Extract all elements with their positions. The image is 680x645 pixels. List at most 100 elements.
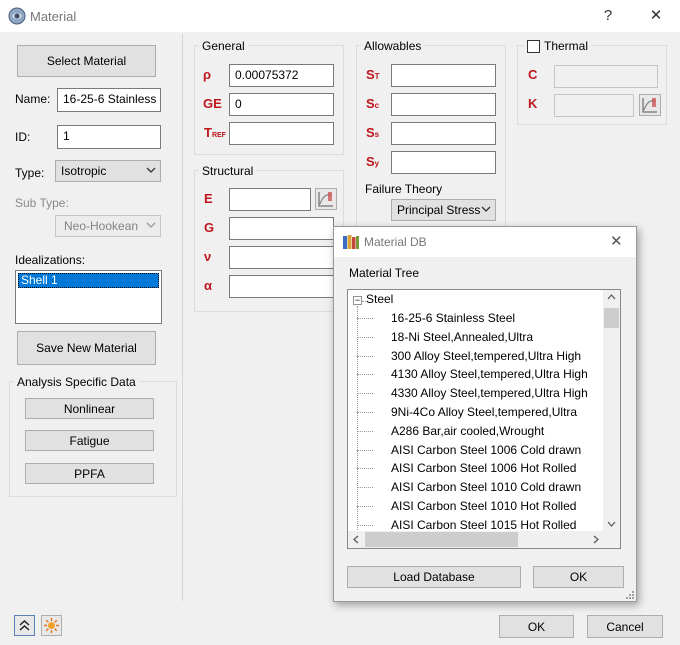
sc-symbol: Sc [366,96,380,111]
dialog-title-bar: Material DB ✕ [334,227,636,257]
scroll-up-icon[interactable] [607,294,616,300]
cancel-button[interactable]: Cancel [587,615,663,638]
chevron-down-icon [481,206,491,212]
failure-theory-select[interactable]: Principal Stress [391,199,496,221]
tree-item[interactable]: 4130 Alloy Steel,tempered,Ultra High [391,365,588,384]
settings-button[interactable] [41,615,62,636]
tree-item[interactable]: A286 Bar,air cooled,Wrought [391,422,544,441]
curve-chart-icon [318,192,333,207]
e-symbol: E [204,191,213,206]
material-tree[interactable]: − Steel 16-25-6 Stainless Steel 18-Ni Ste… [347,289,621,549]
nonlinear-button[interactable]: Nonlinear [25,398,154,419]
tree-item[interactable]: AISI Carbon Steel 1006 Cold drawn [391,441,581,460]
save-new-material-button[interactable]: Save New Material [17,331,156,365]
collapse-button[interactable] [14,615,35,636]
e-field[interactable] [229,188,311,211]
subtype-label: Sub Type: [15,196,69,210]
nu-field[interactable] [229,246,334,269]
tree-line [357,306,358,532]
general-title: General [199,39,248,53]
name-field[interactable]: 16-25-6 Stainless S [57,88,161,112]
ok-button[interactable]: OK [499,615,574,638]
ss-field[interactable] [391,122,496,145]
tree-item[interactable]: AISI Carbon Steel 1010 Cold drawn [391,478,581,497]
tree-line [357,374,373,376]
tree-line [357,430,373,432]
tree-root[interactable]: Steel [366,290,393,309]
st-field[interactable] [391,64,496,87]
thermal-checkbox[interactable]: Thermal [524,39,592,53]
scroll-thumb[interactable] [604,308,619,328]
vertical-scrollbar[interactable] [603,290,620,532]
window-title: Material [30,9,77,24]
close-button[interactable]: ✕ [644,6,668,26]
chart-edit-button[interactable] [315,188,337,210]
scroll-right-icon[interactable] [593,535,599,544]
st-symbol: ST [366,67,380,82]
subtype-select: Neo-Hookean [55,215,161,237]
ge-field[interactable]: 0 [229,93,334,116]
tree-item[interactable]: 18-Ni Steel,Annealed,Ultra [391,328,533,347]
tree-line [357,449,373,451]
tree-item[interactable]: 16-25-6 Stainless Steel [391,309,515,328]
scroll-corner [603,531,620,548]
dialog-close-button[interactable]: ✕ [610,232,623,250]
k-chart-button[interactable] [639,94,661,116]
tree-line [357,336,373,338]
c-symbol: C [528,67,538,82]
ppfa-button[interactable]: PPFA [25,463,154,484]
tree-item[interactable]: 9Ni-4Co Alloy Steel,tempered,Ultra [391,403,577,422]
tree-item[interactable]: AISI Carbon Steel 1010 Hot Rolled [391,497,576,516]
dialog-ok-button[interactable]: OK [533,566,624,588]
g-field[interactable] [229,217,334,240]
rho-field[interactable]: 0.00075372 [229,64,334,87]
checkbox-box[interactable] [527,39,540,53]
analysis-group-title: Analysis Specific Data [14,375,139,389]
id-field[interactable]: 1 [57,125,161,149]
idealizations-list[interactable]: Shell 1 [15,270,162,324]
fatigue-button[interactable]: Fatigue [25,430,154,451]
scroll-left-icon[interactable] [353,535,359,544]
type-select[interactable]: Isotropic [55,160,161,182]
nu-symbol: ν [204,249,212,264]
sun-icon [44,618,59,633]
scroll-down-icon[interactable] [607,521,616,527]
scroll-thumb[interactable] [365,532,518,547]
tree-item[interactable]: 4330 Alloy Steel,tempered,Ultra High [391,384,588,403]
app-icon [8,7,26,25]
sc-field[interactable] [391,93,496,116]
chevron-down-icon [146,222,156,228]
tree-line [357,487,373,489]
dialog-title: Material DB [364,235,427,249]
c-field [554,65,658,88]
tree-line [357,506,373,507]
chevron-down-icon [146,167,156,173]
tref-field[interactable] [229,122,334,145]
horizontal-scrollbar[interactable] [348,531,604,548]
type-label: Type: [15,166,45,180]
load-database-button[interactable]: Load Database [347,566,521,588]
alpha-field[interactable] [229,275,334,298]
tree-item[interactable]: 300 Alloy Steel,tempered,Ultra High [391,347,581,366]
g-symbol: G [204,220,215,235]
structural-title: Structural [199,164,257,178]
material-tree-label: Material Tree [349,266,420,280]
subtype-value: Neo-Hookean [64,219,139,233]
select-material-button[interactable]: Select Material [17,45,156,77]
thermal-label: Thermal [544,39,589,53]
sy-field[interactable] [391,151,496,174]
material-db-dialog: Material DB ✕ Material Tree − Steel 16-2… [333,226,637,602]
resize-grip-icon[interactable] [624,589,635,600]
tree-item[interactable]: AISI Carbon Steel 1006 Hot Rolled [391,459,576,478]
collapse-toggle[interactable]: − [353,296,362,305]
tree-line [357,355,373,357]
books-icon [343,235,359,249]
tree-line [357,412,373,413]
tref-symbol: TREF [204,125,226,140]
k-symbol: K [528,96,538,111]
alpha-symbol: α [204,278,212,293]
list-item[interactable]: Shell 1 [18,273,159,288]
help-button[interactable]: ? [596,6,620,26]
tree-line [357,468,373,470]
title-bar: Material ? ✕ [0,0,680,32]
